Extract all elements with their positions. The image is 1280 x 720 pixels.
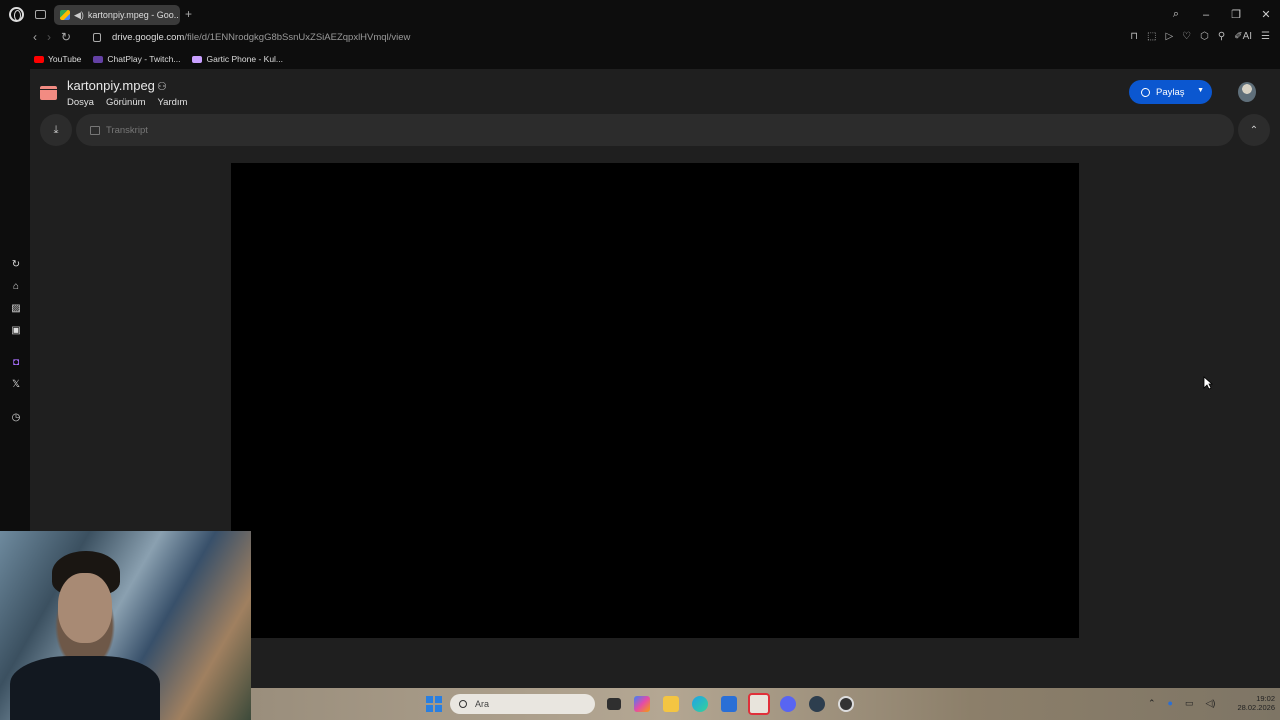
browser-tab[interactable]: ◀) kartonpiy.mpeg - Goo...	[54, 5, 180, 25]
drive-favicon-icon	[60, 10, 70, 20]
lock-icon[interactable]	[93, 33, 101, 42]
x-icon[interactable]: 𝕏	[10, 379, 22, 391]
pin-icon[interactable]: ⊓	[1130, 31, 1138, 42]
download-button[interactable]: ⤓	[40, 114, 72, 146]
viewer-toolbar: ⤓ Transkript ⌃	[40, 114, 1273, 146]
window-controls: ⌕ – ❐ ✕	[1170, 8, 1272, 21]
search-placeholder: Ara	[475, 699, 490, 709]
close-icon[interactable]: ✕	[1260, 8, 1272, 21]
tab-overview-icon[interactable]	[35, 10, 46, 19]
ai-icon[interactable]: ✐AI	[1234, 31, 1252, 42]
video-file-icon	[40, 86, 57, 100]
transcript-button[interactable]: Transkript	[76, 114, 1234, 146]
avatar[interactable]	[1238, 82, 1256, 102]
windows-start-icon[interactable]	[426, 696, 442, 712]
collapse-button[interactable]: ⌃	[1238, 114, 1270, 146]
search-icon	[459, 700, 467, 708]
transcript-icon	[90, 125, 100, 135]
task-view-icon[interactable]	[607, 698, 621, 710]
menu-help[interactable]: Yardım	[158, 97, 188, 108]
play-icon[interactable]: ▷	[1165, 31, 1173, 42]
bookmark-youtube[interactable]: YouTube	[34, 54, 81, 64]
bluetooth-icon[interactable]: ●	[1168, 698, 1173, 709]
system-tray: ⌃ ● ▭ ◁)	[1148, 698, 1215, 709]
nav-buttons: ‹ › ↻	[33, 30, 71, 44]
discord-icon[interactable]	[780, 696, 796, 712]
webcam-overlay	[0, 531, 251, 720]
file-explorer-icon[interactable]	[663, 696, 679, 712]
reload-icon[interactable]: ↻	[61, 30, 71, 44]
network-icon[interactable]: ▭	[1185, 698, 1194, 709]
webcam-person-face	[58, 573, 112, 643]
bookmark-gartic[interactable]: Gartic Phone - Kul...	[192, 54, 283, 64]
browser-tab-strip: ◀) kartonpiy.mpeg - Goo... + ⌕ – ❐ ✕	[0, 0, 1280, 29]
steam-icon[interactable]	[809, 696, 825, 712]
chevron-up-icon: ⌃	[1249, 124, 1259, 136]
globe-icon	[1141, 87, 1150, 97]
obs-icon[interactable]	[838, 696, 854, 712]
taskbar-clock[interactable]: 19:02 28.02.2026	[1235, 694, 1275, 712]
history-icon[interactable]: ◷	[10, 412, 22, 424]
gartic-icon	[192, 55, 203, 63]
bookmark-label: Gartic Phone - Kul...	[206, 54, 284, 64]
notion-icon[interactable]: ▣	[10, 325, 22, 337]
clock-time: 19:02	[1256, 694, 1275, 703]
tray-chevron-icon[interactable]: ⌃	[1148, 698, 1156, 709]
address-actions: ⊓ ⬚ ▷ ♡ ⬡ ⚲ ✐AI ☰	[1130, 31, 1270, 42]
forward-icon[interactable]: ›	[47, 30, 51, 44]
extensions-icon[interactable]: ⬡	[1200, 31, 1209, 42]
account-icon[interactable]: ⚲	[1218, 31, 1225, 42]
video-player[interactable]	[231, 163, 1079, 638]
shop-icon[interactable]: ⌂	[10, 281, 22, 293]
download-icon: ⤓	[53, 123, 59, 136]
restore-icon[interactable]: ❐	[1230, 8, 1242, 21]
opera-logo-icon[interactable]	[9, 7, 24, 22]
back-icon[interactable]: ‹	[33, 30, 37, 44]
windows-taskbar: Ara ⌃ ● ▭ ◁) 19:02 28.02.2026	[251, 688, 1280, 720]
url-path: /file/d/1ENNrodgkgG8bSsnUxZSiAEZqpxlHVmq…	[184, 32, 411, 43]
transcript-label: Transkript	[106, 124, 148, 136]
url-field[interactable]: drive.google.com/file/d/1ENNrodgkgG8bSsn…	[112, 32, 410, 43]
snapshot-icon[interactable]: ⬚	[1147, 31, 1156, 42]
search-tabs-icon[interactable]: ⌕	[1170, 8, 1182, 21]
volume-icon[interactable]: ◁)	[1206, 698, 1216, 709]
speaker-icon[interactable]: ◀)	[74, 10, 84, 21]
screen: ◀) kartonpiy.mpeg - Goo... + ⌕ – ❐ ✕ ‹ ›…	[0, 0, 1280, 720]
store-icon[interactable]	[721, 696, 737, 712]
menu-view[interactable]: Görünüm	[106, 97, 146, 108]
twitch-icon[interactable]: ◘	[10, 357, 22, 369]
file-name: kartonpiy.mpeg	[67, 78, 155, 93]
taskbar-search[interactable]: Ara	[450, 694, 595, 714]
youtube-icon	[34, 55, 44, 63]
bookmark-label: ChatPlay - Twitch...	[107, 54, 181, 64]
bookmark-label: YouTube	[48, 54, 82, 64]
bookmarks-bar: YouTube ChatPlay - Twitch... Gartic Phon…	[0, 49, 1280, 69]
share-label: Paylaş	[1156, 86, 1185, 98]
hatch-icon[interactable]: ▨	[10, 303, 22, 315]
menu-file[interactable]: Dosya	[67, 97, 94, 108]
copilot-icon[interactable]	[634, 696, 650, 712]
menu-icon[interactable]: ☰	[1261, 31, 1270, 42]
opera-taskbar-icon[interactable]	[748, 693, 770, 715]
share-button[interactable]: Paylaş ▼	[1129, 80, 1212, 104]
url-host: drive.google.com	[112, 32, 185, 43]
clock-date: 28.02.2026	[1237, 703, 1275, 712]
edge-icon[interactable]	[692, 696, 708, 712]
bookmark-chatplay[interactable]: ChatPlay - Twitch...	[93, 54, 180, 64]
shared-icon: ⚇	[157, 81, 167, 93]
heart-icon[interactable]: ♡	[1182, 31, 1191, 42]
minimize-icon[interactable]: –	[1200, 9, 1212, 21]
tab-title: kartonpiy.mpeg - Goo...	[87, 10, 178, 20]
refresh-icon[interactable]: ↻	[10, 259, 22, 271]
new-tab-icon[interactable]: +	[185, 8, 192, 20]
webcam-person-shirt	[10, 656, 160, 720]
address-bar: ‹ › ↻ drive.google.com/file/d/1ENNrodgkg…	[0, 29, 1280, 49]
viewer-menu: Dosya Görünüm Yardım	[67, 97, 187, 108]
share-dropdown-icon[interactable]: ▼	[1197, 87, 1204, 94]
chatplay-icon	[93, 55, 104, 63]
